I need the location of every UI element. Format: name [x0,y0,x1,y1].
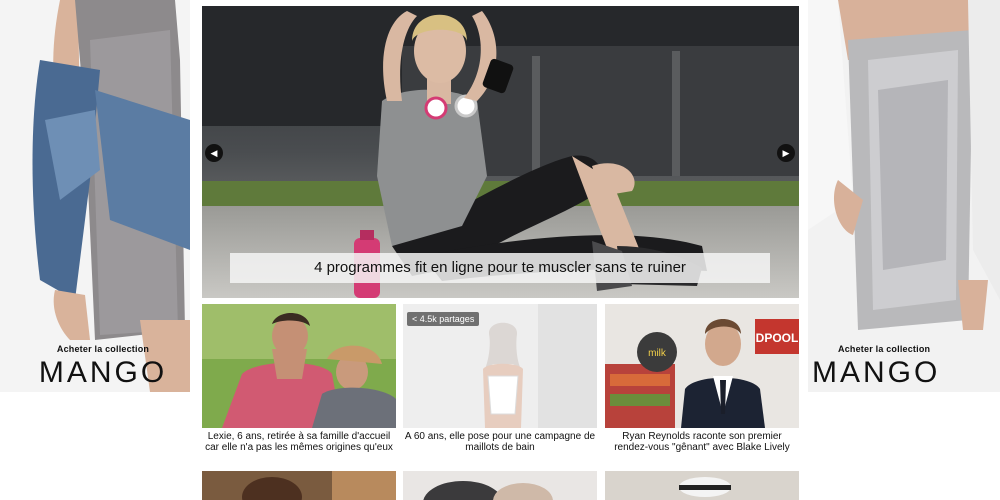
brand-logo: MANGO [812,356,941,389]
article-title[interactable]: A 60 ans, elle pose pour une campagne de… [403,428,597,467]
svg-text:milk: milk [648,348,667,359]
article-card[interactable]: milk DPOOL Ryan Reynolds raconte son pre… [605,304,799,467]
ad-cta-text[interactable]: Acheter la collection [8,344,190,354]
article-card[interactable]: Lexie, 6 ans, retirée à sa famille d'acc… [202,304,396,467]
share-count-badge: < 4.5k partages [407,312,480,326]
article-card-thumbnail[interactable] [202,471,396,500]
right-side-ad[interactable]: Acheter la collection MANGO [808,0,1000,500]
hero-slider[interactable]: 4 programmes fit en ligne pour te muscle… [202,6,799,298]
article-card-thumbnail[interactable] [605,471,799,500]
left-side-ad[interactable]: Acheter la collection MANGO [0,0,190,500]
hero-caption[interactable]: 4 programmes fit en ligne pour te muscle… [230,253,770,283]
article-thumbnail[interactable]: < 4.5k partages [403,304,597,428]
chevron-right-icon[interactable]: ▶ [777,144,795,162]
article-thumbnail[interactable] [202,304,396,428]
article-title[interactable]: Ryan Reynolds raconte son premier rendez… [605,428,799,467]
article-thumbnail[interactable]: milk DPOOL [605,304,799,428]
article-card-thumbnail[interactable] [403,471,597,500]
ad-model-photo-right [808,0,1000,392]
svg-text:DPOOL: DPOOL [756,331,799,345]
ad-model-photo-left [0,0,190,392]
brand-logo: MANGO [38,356,168,389]
article-title[interactable]: Lexie, 6 ans, retirée à sa famille d'acc… [202,428,396,467]
article-card[interactable]: < 4.5k partages A 60 ans, elle pose pour… [403,304,597,467]
share-icon: < [412,314,418,324]
ad-cta-text[interactable]: Acheter la collection [838,344,1000,354]
chevron-left-icon[interactable]: ◀ [205,144,223,162]
